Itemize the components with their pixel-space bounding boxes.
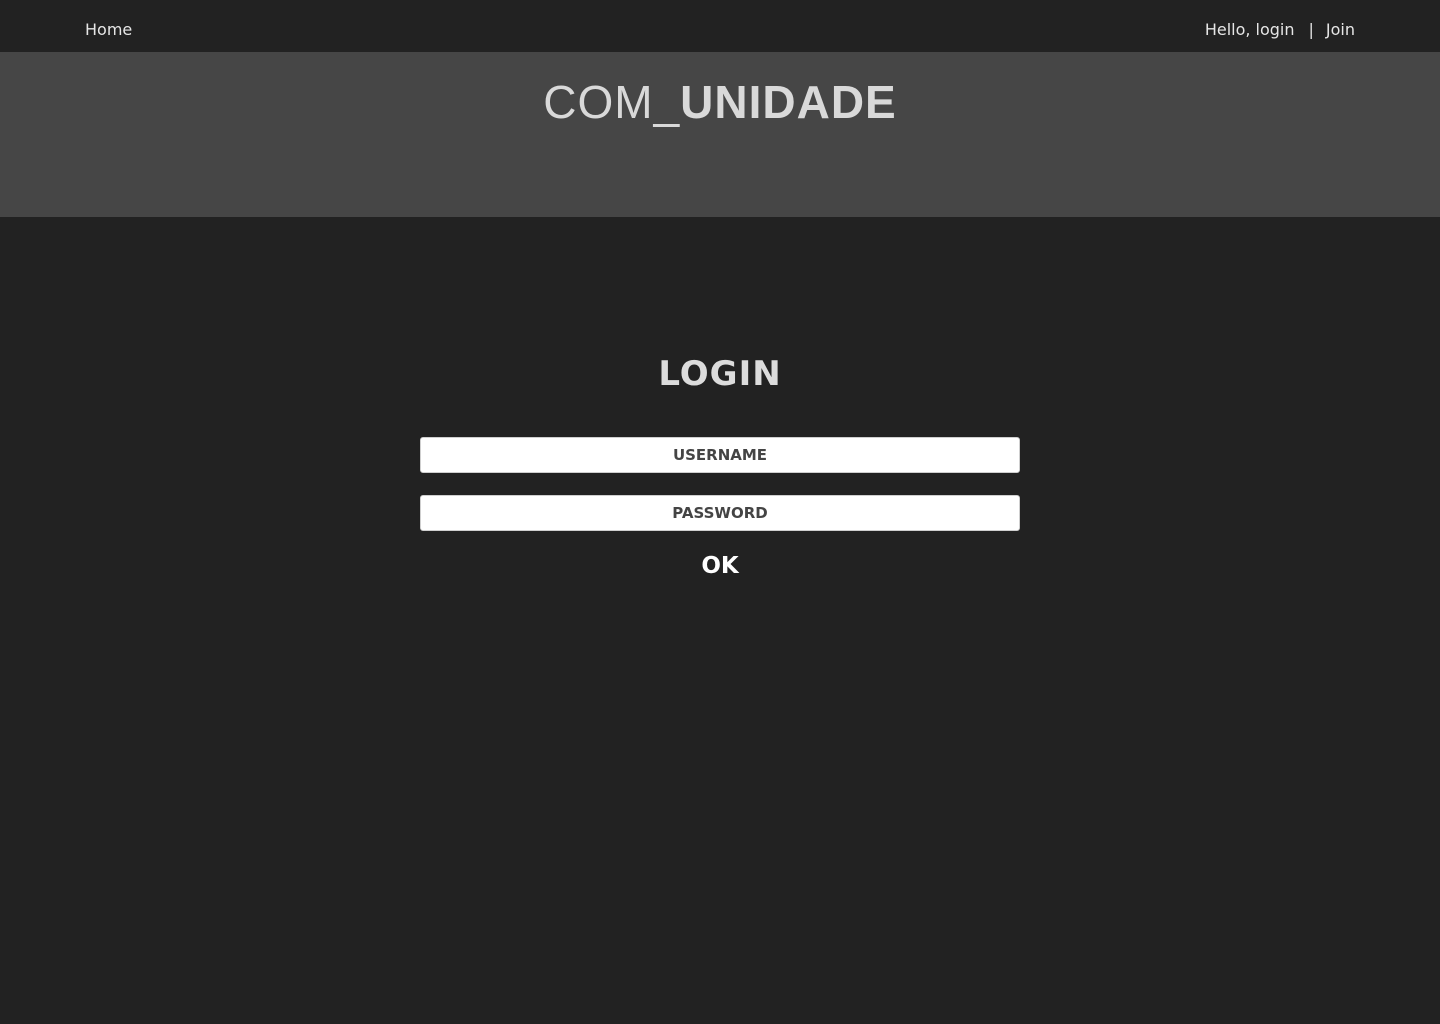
top-navigation-bar: Home Hello, login | Join xyxy=(0,0,1440,52)
site-logo: COM_UNIDADE xyxy=(0,79,1440,125)
logo-name: UNIDADE xyxy=(680,76,897,128)
join-link[interactable]: Join xyxy=(1326,20,1355,40)
ok-submit-button[interactable]: OK xyxy=(670,549,770,583)
header-banner: COM_UNIDADE xyxy=(0,52,1440,217)
username-input[interactable] xyxy=(420,437,1020,473)
login-heading: LOGIN xyxy=(658,354,782,394)
nav-separator: | xyxy=(1308,20,1314,39)
home-link[interactable]: Home xyxy=(85,20,132,40)
user-nav: Hello, login | Join xyxy=(1205,20,1355,40)
password-input[interactable] xyxy=(420,495,1020,531)
logo-prefix: COM_ xyxy=(543,76,681,128)
hello-login-link[interactable]: Hello, login xyxy=(1205,20,1295,40)
